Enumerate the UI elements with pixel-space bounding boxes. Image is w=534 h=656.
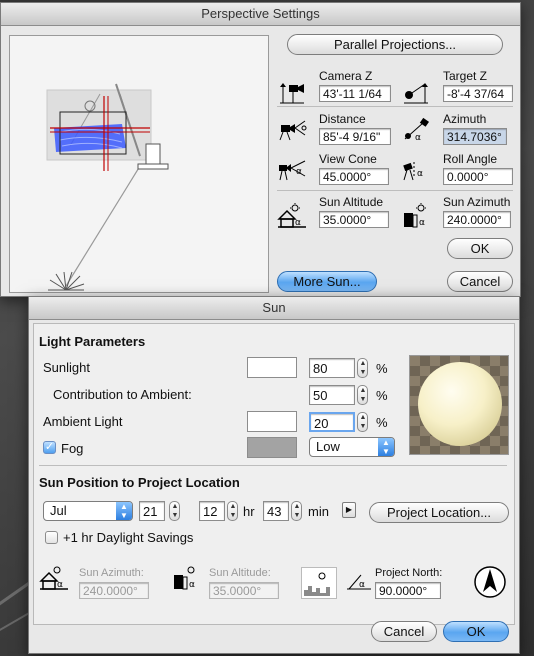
parallel-projections-button[interactable]: Parallel Projections... (287, 34, 503, 55)
ok-button[interactable]: OK (443, 621, 509, 642)
day-stepper[interactable]: ▲ ▼ (169, 501, 180, 521)
hour-unit: hr (243, 504, 255, 519)
ambient-light-unit: % (376, 415, 388, 430)
project-location-button[interactable]: Project Location... (369, 502, 509, 523)
sun-altitude-readout-label: Sun Altitude: (209, 567, 271, 579)
contribution-stepper[interactable]: ▲ ▼ (357, 385, 368, 405)
minute-stepper[interactable]: ▲ ▼ (291, 501, 302, 521)
chevron-updown-icon: ▲ ▼ (378, 438, 394, 456)
play-animation-button[interactable]: ▶ (342, 502, 356, 518)
cancel-button[interactable]: Cancel (447, 271, 513, 292)
sun-altitude-icon: α (39, 565, 69, 590)
separator (39, 465, 507, 466)
contribution-label: Contribution to Ambient: (53, 387, 192, 402)
sun-window: Sun Light Parameters Sunlight 80 ▲ ▼ % Co… (28, 296, 520, 654)
sun-altitude-label: Sun Altitude (319, 195, 384, 209)
azimuth-icon: α (401, 117, 431, 143)
ambient-light-stepper[interactable]: ▲ ▼ (357, 412, 368, 432)
svg-text:α: α (419, 218, 425, 228)
distance-label: Distance (319, 112, 366, 126)
svg-text:α: α (57, 580, 63, 590)
svg-text:α: α (296, 167, 302, 177)
camera-z-label: Camera Z (319, 69, 373, 83)
separator (277, 106, 513, 107)
sunlight-stepper[interactable]: ▲ ▼ (357, 358, 368, 378)
project-north-label: Project North: (375, 567, 443, 579)
minute-unit: min (308, 504, 329, 519)
north-arrow-icon (473, 565, 507, 599)
hour-stepper[interactable]: ▲ ▼ (227, 501, 238, 521)
target-z-label: Target Z (443, 69, 488, 83)
svg-text:α: α (415, 133, 421, 141)
fog-label: Fog (61, 441, 84, 456)
light-parameters-header: Light Parameters (39, 334, 146, 349)
hour-field[interactable]: 12 (199, 501, 225, 521)
sun-azimuth-label: Sun Azimuth (443, 195, 511, 209)
month-select[interactable]: Jul ▲ ▼ (43, 501, 133, 521)
target-height-icon (401, 81, 431, 105)
separator (277, 190, 513, 191)
sunlight-label: Sunlight (43, 360, 90, 375)
fog-level-select[interactable]: Low ▲ ▼ (309, 437, 395, 457)
azimuth-field[interactable]: 314.7036° (443, 128, 507, 145)
perspective-settings-window: Perspective Settings Parallel Projection… (0, 2, 521, 297)
azimuth-label: Azimuth (443, 112, 487, 126)
svg-text:α: α (189, 580, 195, 590)
svg-text:α: α (359, 580, 365, 590)
svg-text:α: α (295, 218, 301, 228)
view-cone-field[interactable]: 45.0000° (319, 168, 389, 185)
project-north-icon: α (345, 569, 375, 593)
daylight-savings-checkbox[interactable] (45, 531, 58, 544)
fog-level-value: Low (316, 439, 340, 454)
sunlight-color-swatch[interactable] (247, 357, 297, 378)
minute-field[interactable]: 43 (263, 501, 289, 521)
sun-position-header: Sun Position to Project Location (39, 475, 240, 490)
distance-field[interactable]: 85'-4 9/16" (319, 128, 391, 145)
sun-altitude-readout: 35.0000° (209, 582, 279, 599)
ambient-light-field[interactable]: 20 (309, 412, 355, 432)
cancel-button[interactable]: Cancel (371, 621, 437, 642)
contribution-unit: % (376, 388, 388, 403)
sun-azimuth-icon: α (401, 203, 431, 228)
fog-checkbox[interactable]: ✓ (43, 441, 56, 454)
sunlight-unit: % (376, 361, 388, 376)
sun-azimuth-readout-label: Sun Azimuth: (79, 567, 144, 579)
view-cone-label: View Cone (319, 152, 377, 166)
ambient-color-swatch[interactable] (247, 411, 297, 432)
camera-z-field[interactable]: 43'-11 1/64 (319, 85, 391, 102)
contribution-field[interactable]: 50 (309, 385, 355, 405)
sun-altitude-icon: α (277, 203, 307, 228)
view-cone-icon: α (277, 158, 307, 182)
window-title[interactable]: Perspective Settings (1, 3, 520, 26)
ambient-light-label: Ambient Light (43, 414, 123, 429)
camera-height-icon (277, 81, 307, 105)
month-value: Jul (50, 503, 67, 518)
chevron-updown-icon: ▲ ▼ (116, 502, 132, 520)
more-sun-button[interactable]: More Sun... (277, 271, 377, 292)
svg-text:α: α (417, 169, 423, 179)
sun-over-skyline-icon (301, 567, 337, 599)
daylight-savings-label: +1 hr Daylight Savings (63, 530, 194, 545)
target-z-field[interactable]: -8'-4 37/64 (443, 85, 513, 102)
project-north-field[interactable]: 90.0000° (375, 582, 441, 599)
window-title[interactable]: Sun (29, 297, 519, 320)
fog-color-swatch[interactable] (247, 437, 297, 458)
roll-angle-field[interactable]: 0.0000° (443, 168, 513, 185)
sun-azimuth-icon: α (171, 565, 201, 590)
roll-angle-label: Roll Angle (443, 152, 498, 166)
roll-angle-icon: α (401, 158, 431, 182)
sun-azimuth-field[interactable]: 240.0000° (443, 211, 511, 228)
ok-button[interactable]: OK (447, 238, 513, 259)
sunlight-field[interactable]: 80 (309, 358, 355, 378)
perspective-preview[interactable] (9, 35, 269, 293)
sphere-ball (418, 362, 502, 446)
sun-azimuth-readout: 240.0000° (79, 582, 149, 599)
floor-plan-preview-icon[interactable] (10, 36, 268, 292)
day-field[interactable]: 21 (139, 501, 165, 521)
distance-icon (277, 117, 307, 141)
light-preview-sphere (409, 355, 509, 455)
sun-altitude-field[interactable]: 35.0000° (319, 211, 389, 228)
